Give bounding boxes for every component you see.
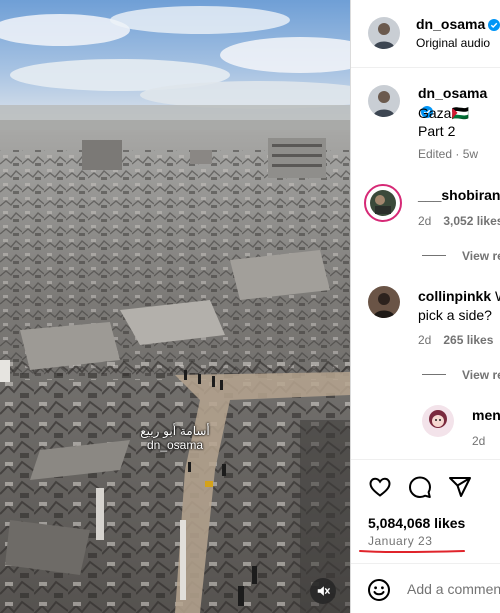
like-button[interactable] bbox=[366, 473, 394, 501]
view-replies-button[interactable]: View replies bbox=[422, 368, 500, 382]
caption-meta: Edited · 5w bbox=[418, 147, 479, 161]
comment-icon bbox=[409, 476, 431, 498]
action-bar: 5,084,068 likes January 23 bbox=[351, 459, 500, 562]
comment-age: 2d bbox=[418, 214, 432, 228]
comments-list[interactable]: dn_osama Gaza🇵🇸 Part 2 Edited · 5w ___sh… bbox=[351, 69, 500, 459]
comment-avatar[interactable] bbox=[364, 184, 402, 222]
likes-count[interactable]: 5,084,068 likes bbox=[368, 515, 465, 531]
comment-age: 2d bbox=[472, 434, 486, 448]
view-replies-button[interactable]: View replies bbox=[422, 249, 500, 263]
watermark-handle: dn_osama bbox=[146, 438, 204, 452]
header-audio[interactable]: Original audio bbox=[416, 36, 490, 50]
mute-icon bbox=[317, 586, 330, 596]
caption-line-2: Part 2 bbox=[418, 123, 456, 139]
reel-video[interactable]: أسامة أبو ربيع dn_osama bbox=[0, 0, 350, 613]
caption-avatar[interactable] bbox=[368, 85, 400, 117]
video-frame bbox=[0, 0, 350, 613]
comment-avatar[interactable] bbox=[368, 286, 400, 318]
caption-line-1: Gaza🇵🇸 bbox=[418, 105, 469, 121]
header-username[interactable]: dn_osama bbox=[416, 16, 485, 32]
share-icon bbox=[449, 477, 471, 497]
comment-age: 2d bbox=[418, 333, 432, 347]
post-date[interactable]: January 23 bbox=[368, 534, 432, 548]
watermark-arabic: أسامة أبو ربيع bbox=[140, 424, 210, 438]
avatar[interactable] bbox=[368, 17, 400, 49]
emoji-button[interactable] bbox=[367, 578, 391, 602]
post-panel: dn_osama Original audio dn_osama Gaza🇵🇸 … bbox=[350, 0, 500, 613]
comment-username[interactable]: collinpinkk bbox=[418, 288, 491, 304]
add-comment-bar bbox=[351, 563, 500, 613]
view-replies-label: View replies bbox=[462, 249, 500, 263]
comment-avatar[interactable] bbox=[422, 405, 454, 437]
caption-username[interactable]: dn_osama bbox=[418, 85, 487, 101]
red-underline-annotation bbox=[359, 550, 465, 554]
view-replies-label: View replies bbox=[462, 368, 500, 382]
comment-input[interactable] bbox=[407, 577, 500, 601]
comment-text: W bbox=[495, 288, 500, 304]
comment-likes[interactable]: 265 likes bbox=[443, 333, 493, 347]
share-button[interactable] bbox=[446, 473, 474, 501]
video-watermark: أسامة أبو ربيع dn_osama bbox=[125, 424, 225, 452]
mute-button[interactable] bbox=[310, 578, 336, 604]
comment-button[interactable] bbox=[406, 473, 434, 501]
comment-username[interactable]: ___shobirana bbox=[418, 187, 500, 203]
emoji-icon bbox=[368, 579, 390, 601]
heart-icon bbox=[369, 477, 391, 497]
comment-text-line-2: pick a side? bbox=[418, 307, 492, 323]
post-header: dn_osama Original audio bbox=[351, 0, 500, 68]
verified-icon bbox=[488, 19, 500, 31]
comment-username[interactable]: mentions bbox=[472, 407, 500, 423]
comment-likes[interactable]: 3,052 likes bbox=[443, 214, 500, 228]
